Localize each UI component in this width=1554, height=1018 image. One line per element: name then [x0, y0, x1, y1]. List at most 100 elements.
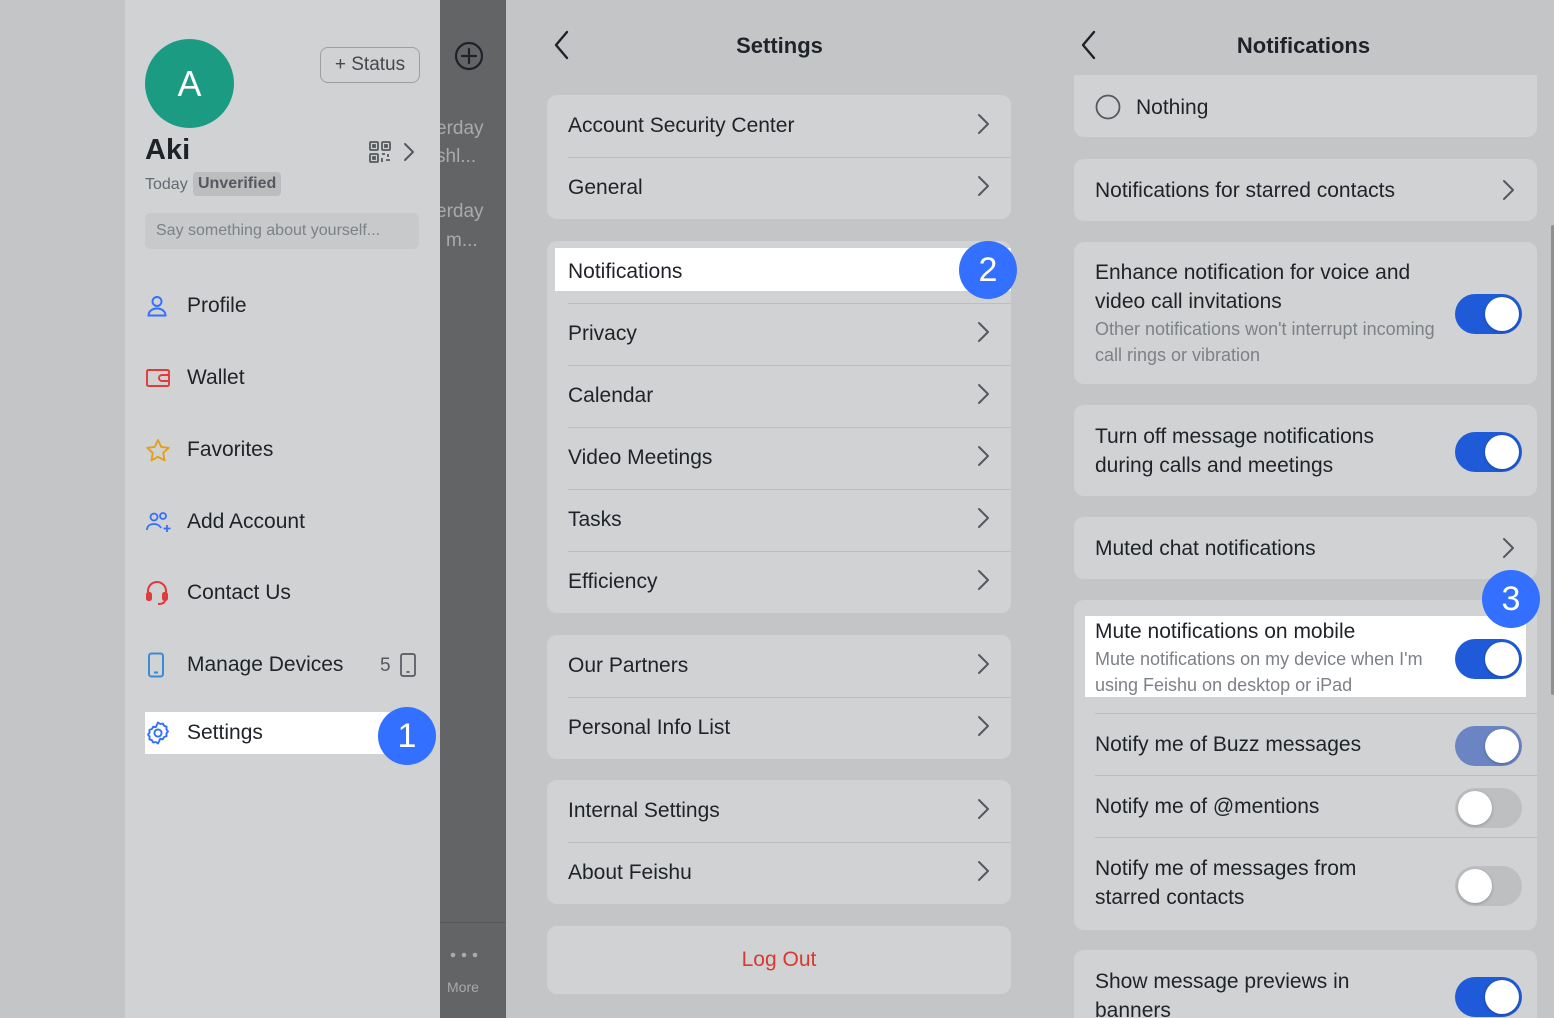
- turn-off-during-calls-row: Turn off message notifications during ca…: [1074, 405, 1537, 496]
- row-label: Notifications for starred contacts: [1095, 179, 1395, 202]
- starred-contacts-row[interactable]: Notifications for starred contacts: [1074, 159, 1537, 221]
- page-title: Settings: [736, 33, 823, 58]
- settings-row-tasks[interactable]: Tasks: [547, 489, 1011, 551]
- radio-unchecked-icon[interactable]: [1095, 94, 1121, 125]
- row-label: Tasks: [568, 508, 622, 531]
- menu-item-label: Manage Devices: [187, 653, 344, 676]
- buzz-toggle[interactable]: [1455, 726, 1522, 766]
- more-icon[interactable]: [449, 946, 479, 964]
- turn-off-during-calls-toggle[interactable]: [1455, 432, 1522, 472]
- row-label: Privacy: [568, 322, 637, 345]
- menu-item-settings[interactable]: Settings: [145, 712, 407, 754]
- gear-icon: [145, 720, 187, 746]
- mute-on-mobile-toggle[interactable]: [1455, 639, 1522, 679]
- nothing-option-row[interactable]: Nothing: [1074, 75, 1537, 137]
- step-badge-1: 1: [378, 707, 436, 765]
- row-title: Turn off message notifications during ca…: [1095, 425, 1374, 477]
- settings-panel: Settings Account Security Center General…: [527, 0, 1032, 1018]
- row-label: Internal Settings: [568, 799, 720, 822]
- phone-icon: [145, 652, 187, 678]
- menu-item-manage-devices[interactable]: Manage Devices: [145, 644, 419, 686]
- chevron-right-icon: [976, 112, 990, 141]
- settings-row-video-meetings[interactable]: Video Meetings: [547, 427, 1011, 489]
- settings-group: Internal Settings About Feishu: [547, 780, 1011, 904]
- profile-drawer-panel: erday shl... erday m... More A + Status …: [0, 0, 506, 1018]
- add-circle-icon: [454, 41, 484, 76]
- settings-row-notifications[interactable]: Notifications: [547, 241, 1011, 303]
- settings-row-account-security[interactable]: Account Security Center: [547, 95, 1011, 157]
- row-label: Calendar: [568, 384, 654, 407]
- star-icon: [145, 438, 187, 463]
- notification-options-group: Mute notifications on mobile Mute notifi…: [1074, 600, 1537, 930]
- divider: [1095, 837, 1537, 838]
- settings-group: Our Partners Personal Info List: [547, 635, 1011, 759]
- row-title: Mute notifications on mobile: [1095, 620, 1356, 643]
- menu-item-wallet[interactable]: Wallet: [145, 357, 419, 399]
- chat-preview-text: shl...: [440, 146, 477, 167]
- menu-item-label: Add Account: [187, 510, 305, 533]
- row-label: About Feishu: [568, 861, 692, 884]
- settings-group: Notifications Privacy Calendar Video Mee…: [547, 241, 1011, 613]
- muted-chat-row[interactable]: Muted chat notifications: [1074, 517, 1537, 579]
- divider: [1095, 713, 1537, 714]
- chevron-right-icon: [976, 382, 990, 411]
- starred-messages-toggle[interactable]: [1455, 866, 1522, 906]
- row-label: Our Partners: [568, 654, 689, 677]
- settings-row-internal-settings[interactable]: Internal Settings: [547, 780, 1011, 842]
- row-label: General: [568, 176, 643, 199]
- qr-code-icon[interactable]: [368, 140, 392, 169]
- enhance-call-notification-row: Enhance notification for voice and video…: [1074, 242, 1537, 384]
- device-count: 5: [380, 655, 391, 676]
- chevron-right-icon: [976, 714, 990, 743]
- settings-row-efficiency[interactable]: Efficiency: [547, 551, 1011, 613]
- settings-row-calendar[interactable]: Calendar: [547, 365, 1011, 427]
- dimmed-chat-list[interactable]: erday shl... erday m... More: [440, 0, 506, 1018]
- settings-row-about[interactable]: About Feishu: [547, 842, 1011, 904]
- enhance-call-toggle[interactable]: [1455, 294, 1522, 334]
- chevron-right-icon: [1501, 536, 1515, 565]
- mentions-toggle[interactable]: [1455, 788, 1522, 828]
- menu-item-add-account[interactable]: Add Account: [145, 501, 419, 543]
- tabbar-divider: [440, 922, 506, 923]
- verification-badge: Unverified: [193, 172, 282, 196]
- bio-input[interactable]: Say something about yourself...: [145, 213, 419, 249]
- row-subtitle: Mute notifications on my device when I'm…: [1095, 649, 1423, 695]
- row-title: Enhance notification for voice and video…: [1095, 261, 1411, 313]
- row-label: Personal Info List: [568, 716, 731, 739]
- chevron-right-icon: [976, 652, 990, 681]
- logout-button[interactable]: Log Out: [547, 926, 1011, 994]
- profile-chevron-right-icon[interactable]: [403, 142, 416, 167]
- username: Aki: [145, 134, 191, 166]
- chat-preview-text: erday: [440, 201, 484, 222]
- chevron-right-icon: [976, 174, 990, 203]
- chevron-right-icon: [976, 568, 990, 597]
- message-previews-toggle[interactable]: [1455, 977, 1522, 1017]
- row-label: Muted chat notifications: [1095, 537, 1316, 560]
- add-account-icon: [145, 510, 187, 534]
- settings-row-personal-info[interactable]: Personal Info List: [547, 697, 1011, 759]
- starred-messages-label: Notify me of messages from starred conta…: [1095, 857, 1357, 909]
- settings-row-our-partners[interactable]: Our Partners: [547, 635, 1011, 697]
- menu-item-label: Wallet: [187, 366, 245, 389]
- avatar[interactable]: A: [145, 39, 234, 128]
- message-previews-row: Show message previews in banners: [1074, 950, 1537, 1018]
- settings-row-privacy[interactable]: Privacy: [547, 303, 1011, 365]
- menu-item-label: Contact Us: [187, 581, 291, 604]
- settings-group: Account Security Center General: [547, 95, 1011, 219]
- nothing-label: Nothing: [1136, 96, 1209, 119]
- menu-item-label: Profile: [187, 294, 247, 317]
- menu-item-profile[interactable]: Profile: [145, 285, 419, 327]
- chevron-right-icon: [976, 859, 990, 888]
- step-badge-3: 3: [1482, 570, 1540, 628]
- menu-item-favorites[interactable]: Favorites: [145, 429, 419, 471]
- more-tab-label[interactable]: More: [447, 979, 479, 995]
- buzz-label: Notify me of Buzz messages: [1095, 733, 1362, 756]
- row-subtitle: Other notifications won't interrupt inco…: [1095, 319, 1435, 365]
- menu-item-contact-us[interactable]: Contact Us: [145, 572, 419, 614]
- row-label: Account Security Center: [568, 114, 795, 137]
- divider: [1095, 775, 1537, 776]
- chevron-right-icon: [976, 797, 990, 826]
- menu-item-label: Favorites: [187, 438, 274, 461]
- settings-row-general[interactable]: General: [547, 157, 1011, 219]
- status-button[interactable]: + Status: [320, 47, 420, 83]
